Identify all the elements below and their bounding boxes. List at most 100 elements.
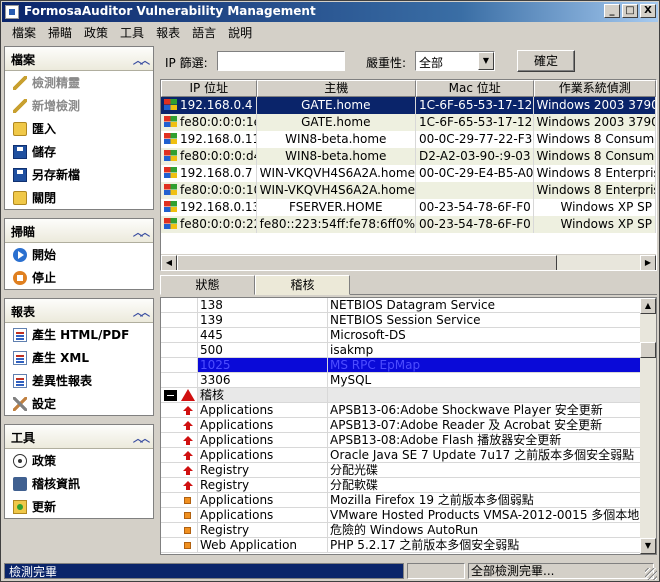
- scroll-right-icon[interactable]: ▶: [640, 255, 656, 270]
- sidebar-item-save[interactable]: 儲存: [5, 140, 153, 163]
- finding-row[interactable]: Web Application PHP 5.2.17 之前版本多個安全弱點: [161, 538, 656, 553]
- finding-row[interactable]: Applications Mozilla Firefox 19 之前版本多個弱點: [161, 493, 656, 508]
- finding-row[interactable]: Applications APSB13-07:Adobe Reader 及 Acr…: [161, 418, 656, 433]
- finding-description: PHP 5.2.17 之前版本多個安全弱點: [330, 538, 520, 552]
- confirm-button[interactable]: 確定: [517, 50, 575, 72]
- settings-icon: [13, 396, 27, 411]
- audit-info-icon: [13, 476, 27, 491]
- table-row[interactable]: 192.168.0.4 GATE.home 1C-6F-65-53-17-12 …: [161, 97, 656, 114]
- scroll-thumb[interactable]: [177, 255, 557, 270]
- finding-category: Applications: [197, 508, 328, 522]
- list-item[interactable]: 500 isakmp: [161, 343, 656, 358]
- title-bar[interactable]: FormosaAuditor Vulnerability Management …: [2, 2, 658, 22]
- table-row[interactable]: fe80:0:0:0:d4a2... WIN8-beta.home D2-A2-…: [161, 148, 656, 165]
- finding-row[interactable]: Applications APSB13-08:Adobe Flash 播放器安全更…: [161, 433, 656, 448]
- finding-description: APSB13-08:Adobe Flash 播放器安全更新: [330, 433, 562, 447]
- cell-os: Windows 8 Consumer P: [534, 131, 656, 148]
- sidebar-item-close[interactable]: 關閉: [5, 186, 153, 209]
- menu-file[interactable]: 檔案: [6, 24, 42, 41]
- port-service: isakmp: [330, 343, 374, 357]
- sidebar-item-scan-wizard[interactable]: 檢測精靈: [5, 71, 153, 94]
- list-item-selected[interactable]: 1025 MS RPC EpMap: [161, 358, 656, 373]
- finding-row[interactable]: Registry 危險的 Windows AutoRun: [161, 523, 656, 538]
- group-header-report[interactable]: 報表 ︿︿: [5, 299, 153, 323]
- tab-status[interactable]: 狀態: [160, 275, 255, 295]
- horizontal-scrollbar[interactable]: ◀ ▶: [161, 254, 656, 270]
- severity-select[interactable]: 全部 ▼: [415, 51, 495, 71]
- collapse-chevron-icon[interactable]: ︿︿: [133, 52, 150, 67]
- windows-icon: [164, 201, 177, 212]
- app-icon: [5, 5, 19, 19]
- finding-row[interactable]: Applications Oracle Java SE 7 Update 7u17…: [161, 448, 656, 463]
- table-row[interactable]: 192.168.0.7 WIN-VKQVH4S6A2A.home 00-0C-2…: [161, 165, 656, 182]
- group-report: 報表 ︿︿ 產生 HTML/PDF 產生 XML 差異性報表 設定: [4, 298, 154, 416]
- cell-os: Windows 2003 3790: [534, 114, 656, 131]
- audit-group-row[interactable]: 稽核: [161, 388, 656, 403]
- collapse-chevron-icon[interactable]: ︿︿: [133, 430, 150, 445]
- ip-filter-input[interactable]: [217, 51, 345, 71]
- resize-grip-icon[interactable]: [645, 568, 657, 580]
- cell-ip: fe80:0:0:0:223:...: [180, 217, 256, 231]
- scroll-thumb[interactable]: [640, 342, 656, 358]
- scroll-down-icon[interactable]: ▼: [640, 538, 656, 554]
- menu-report[interactable]: 報表: [150, 24, 186, 41]
- close-button[interactable]: X: [640, 4, 656, 18]
- sidebar-item-diff-report[interactable]: 差異性報表: [5, 369, 153, 392]
- sidebar-item-audit-info[interactable]: 稽核資訊: [5, 472, 153, 495]
- menu-scan[interactable]: 掃瞄: [42, 24, 78, 41]
- finding-row[interactable]: Applications VMware Hosted Products VMSA-…: [161, 508, 656, 523]
- dropdown-arrow-icon[interactable]: ▼: [478, 52, 494, 70]
- collapse-icon[interactable]: [164, 390, 177, 401]
- finding-category: Applications: [197, 433, 328, 447]
- sidebar-item-update[interactable]: 更新: [5, 495, 153, 518]
- table-row[interactable]: fe80:0:0:0:223:... fe80::223:54ff:fe78:6…: [161, 216, 656, 233]
- table-row[interactable]: 192.168.0.130 FSERVER.HOME 00-23-54-78-6…: [161, 199, 656, 216]
- minimize-button[interactable]: _: [604, 4, 620, 18]
- menu-help[interactable]: 說明: [222, 24, 258, 41]
- finding-row[interactable]: Applications APSB13-06:Adobe Shockwave Pl…: [161, 403, 656, 418]
- tab-audit[interactable]: 稽核: [255, 275, 350, 295]
- finding-row[interactable]: Registry 分配光碟: [161, 463, 656, 478]
- column-header-os[interactable]: 作業系統偵測: [533, 80, 656, 97]
- collapse-chevron-icon[interactable]: ︿︿: [133, 224, 150, 239]
- table-row[interactable]: fe80:0:0:0:107:... WIN-VKQVH4S6A2A.home …: [161, 182, 656, 199]
- sidebar-item-save-as[interactable]: 另存新檔: [5, 163, 153, 186]
- list-item[interactable]: 138 NETBIOS Datagram Service: [161, 298, 656, 313]
- table-row[interactable]: 192.168.0.11 WIN8-beta.home 00-0C-29-77-…: [161, 131, 656, 148]
- port-number: 500: [197, 343, 328, 357]
- vertical-scrollbar[interactable]: ▲ ▼: [640, 298, 656, 554]
- maximize-button[interactable]: □: [622, 4, 638, 18]
- collapse-chevron-icon[interactable]: ︿︿: [133, 304, 150, 319]
- menu-policy[interactable]: 政策: [78, 24, 114, 41]
- group-scan: 掃瞄 ︿︿ 開始 停止: [4, 218, 154, 290]
- list-item[interactable]: 139 NETBIOS Session Service: [161, 313, 656, 328]
- port-service: MySQL: [330, 373, 372, 387]
- windows-icon: [164, 116, 177, 127]
- column-header-mac[interactable]: Mac 位址: [415, 80, 534, 97]
- group-header-file[interactable]: 檔案 ︿︿: [5, 47, 153, 71]
- group-header-tools[interactable]: 工具 ︿︿: [5, 425, 153, 449]
- scroll-up-icon[interactable]: ▲: [640, 298, 656, 314]
- table-row[interactable]: fe80:0:0:0:1e6f:... GATE.home 1C-6F-65-5…: [161, 114, 656, 131]
- list-item[interactable]: 3306 MySQL: [161, 373, 656, 388]
- column-header-ip[interactable]: IP 位址: [161, 80, 257, 97]
- menu-tools[interactable]: 工具: [114, 24, 150, 41]
- sidebar-item-policy[interactable]: 政策: [5, 449, 153, 472]
- sidebar-item-settings[interactable]: 設定: [5, 392, 153, 415]
- sidebar-item-label: 稽核資訊: [32, 477, 81, 491]
- finding-description: APSB13-07:Adobe Reader 及 Acrobat 安全更新: [330, 418, 603, 432]
- finding-row[interactable]: Registry 分配軟碟: [161, 478, 656, 493]
- sidebar-item-stop[interactable]: 停止: [5, 266, 153, 289]
- sidebar-item-xml[interactable]: 產生 XML: [5, 346, 153, 369]
- sidebar-item-start[interactable]: 開始: [5, 243, 153, 266]
- column-header-host[interactable]: 主機: [256, 80, 416, 97]
- group-header-scan[interactable]: 掃瞄 ︿︿: [5, 219, 153, 243]
- sidebar-item-new-scan[interactable]: 新增檢測: [5, 94, 153, 117]
- scroll-left-icon[interactable]: ◀: [161, 255, 177, 270]
- menu-language[interactable]: 語言: [186, 24, 222, 41]
- cell-mac: 00-0C-29-E4-B5-A0: [416, 165, 534, 182]
- list-item[interactable]: 445 Microsoft-DS: [161, 328, 656, 343]
- sidebar-item-import[interactable]: 匯入: [5, 117, 153, 140]
- cell-host: GATE.home: [257, 114, 416, 131]
- sidebar-item-html-pdf[interactable]: 產生 HTML/PDF: [5, 323, 153, 346]
